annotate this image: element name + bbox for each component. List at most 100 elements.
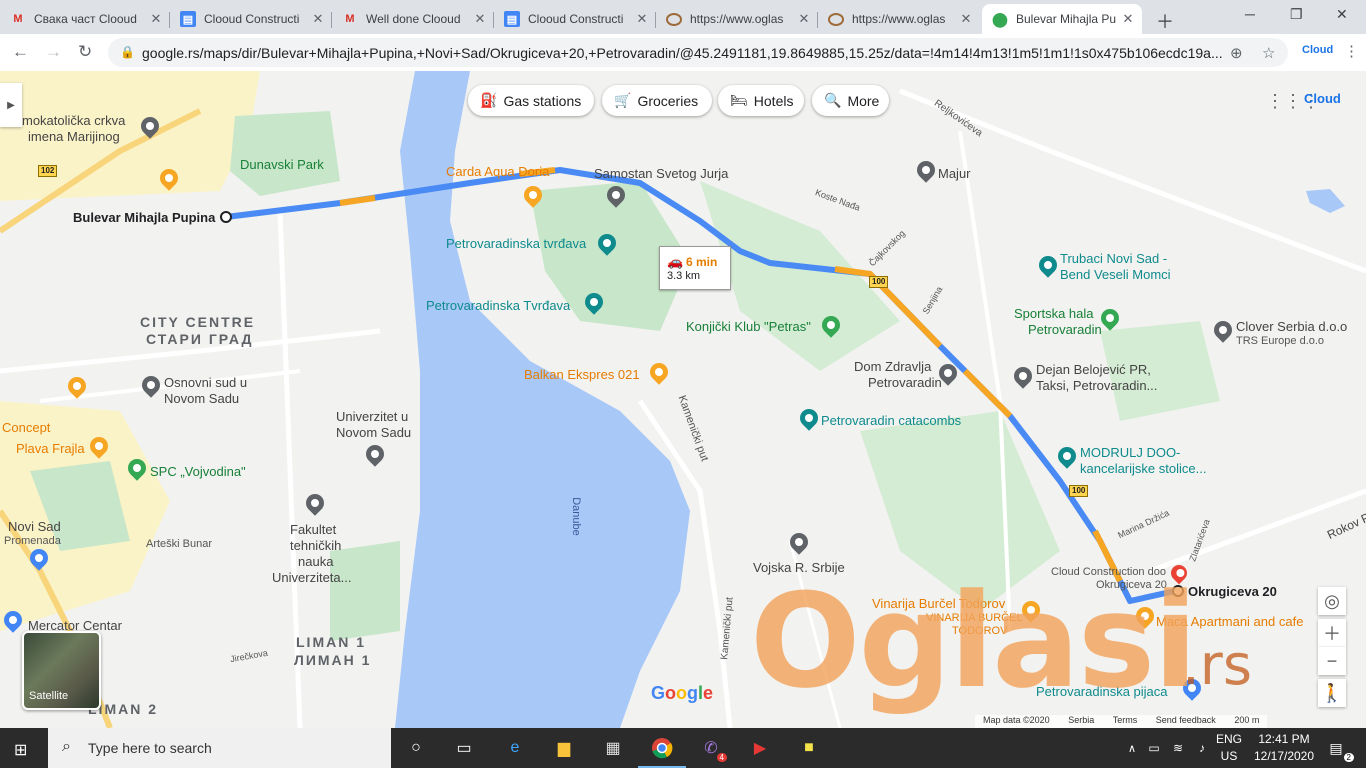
expand-panel-button[interactable]: ▶ [0,83,22,127]
place-label[interactable]: Novom Sadu [164,391,239,406]
system-clock[interactable]: 12:41 PM 12/17/2020 [1252,731,1316,765]
place-label[interactable]: Novom Sadu [336,425,411,440]
place-label[interactable]: Plava Frajla [16,441,85,456]
place-label[interactable]: nauka [298,554,333,569]
menu-icon[interactable]: ⋮ [1344,42,1359,60]
browser-tab-6[interactable]: https://www.oglas ✕ [818,4,980,34]
place-label[interactable]: Petrovaradinska tvrđava [446,236,586,251]
url-text[interactable]: google.rs/maps/dir/Bulevar+Mihajla+Pupin… [142,45,1222,61]
my-location-icon[interactable]: ◎ [1318,587,1346,615]
map-canvas[interactable]: ▶ ⛽ Gas stations 🛒 Groceries 🛏 Hotels 🔍 More… [0,71,1366,728]
place-label[interactable]: Dom Zdravlja [854,359,931,374]
gas-stations-chip[interactable]: ⛽ Gas stations [468,85,594,116]
region-link[interactable]: Serbia [1068,715,1094,725]
pegman-icon[interactable]: 🚶 [1318,679,1346,707]
route-eta-card[interactable]: 🚗 6 min 3.3 km [659,246,731,290]
route-origin-label[interactable]: Bulevar Mihajla Pupina [73,210,215,225]
sticky-notes-icon[interactable]: ■ [797,736,821,760]
chrome-icon[interactable] [638,736,686,768]
place-label[interactable]: Sportska hala [1014,306,1094,321]
minimize-icon[interactable]: ─ [1245,6,1255,22]
cloud-account-icon[interactable]: Cloud [1304,91,1341,106]
place-label[interactable]: Majur [938,166,971,181]
browser-tab-2[interactable]: ▤ Clooud Constructi ✕ [170,4,332,34]
tray-chevron-icon[interactable]: ∧ [1120,736,1144,760]
place-label[interactable]: Petrovaradin catacombs [821,413,961,428]
place-label[interactable]: Bend Veseli Momci [1060,267,1171,282]
close-tab-icon[interactable]: ✕ [796,11,812,27]
close-tab-icon[interactable]: ✕ [634,11,650,27]
browser-tab-4[interactable]: ▤ Clooud Constructi ✕ [494,4,656,34]
forward-icon[interactable]: → [45,42,62,62]
file-explorer-icon[interactable]: ▆ [552,736,576,760]
place-label[interactable]: Dunavski Park [240,157,324,172]
cloud-extension-icon[interactable]: Cloud [1302,44,1333,56]
zoom-out-button[interactable]: − [1318,647,1346,675]
reload-icon[interactable]: ↻ [78,42,92,62]
new-tab-icon[interactable]: ＋ [1156,8,1174,34]
zoom-in-button[interactable]: ＋ [1318,619,1346,647]
place-label[interactable]: Petrovaradin [868,375,942,390]
add-icon[interactable]: ⊕ [1230,44,1243,62]
battery-icon[interactable]: ▭ [1142,736,1166,760]
place-label[interactable]: imena Marijinog [28,129,120,144]
place-label[interactable]: Promenada [4,534,61,549]
place-label[interactable]: Fakultet [290,522,336,537]
place-label[interactable]: mokatolička crkva [22,113,125,128]
volume-icon[interactable]: ♪ [1190,736,1214,760]
route-destination-label[interactable]: Okrugiceva 20 [1188,584,1277,599]
star-icon[interactable]: ☆ [1262,44,1275,62]
browser-tab-7-active[interactable]: ⬤ Bulevar Mihajla Pu ✕ [982,4,1142,34]
place-label[interactable]: Univerzitet u [336,409,408,424]
place-label[interactable]: Petrovaradin [1028,322,1102,337]
place-label[interactable]: MODRULJ DOO- [1080,445,1180,460]
browser-tab-5[interactable]: https://www.oglas ✕ [656,4,818,34]
satellite-layer-toggle[interactable]: Satellite [22,631,101,710]
browser-tab-3[interactable]: M Well done Clooud ✕ [332,4,494,34]
place-label[interactable]: TRS Europe d.o.o [1236,334,1324,349]
place-label[interactable]: Taksi, Petrovaradin... [1036,378,1157,393]
send-feedback-link[interactable]: Send feedback [1156,715,1216,725]
place-label[interactable]: Samostan Svetog Jurja [594,166,728,181]
back-icon[interactable]: ← [12,42,29,62]
place-label[interactable]: Arteški Bunar [146,537,212,552]
notifications-icon[interactable]: ▤ 2 [1324,736,1354,762]
media-player-icon[interactable]: ▶ [748,736,772,760]
place-label[interactable]: Univerziteta... [272,570,351,585]
place-label[interactable]: tehničkih [290,538,341,553]
calculator-icon[interactable]: ▦ [601,736,625,760]
place-label[interactable]: Konjički Klub "Petras" [686,319,811,334]
taskbar-search[interactable]: ⌕ Type here to search [48,728,391,768]
close-tab-icon[interactable]: ✕ [310,11,326,27]
viber-icon[interactable]: ✆ 4 [699,736,727,762]
place-label[interactable]: Petrovaradinska Tvrđava [426,298,570,313]
address-bar[interactable]: 🔒 google.rs/maps/dir/Bulevar+Mihajla+Pup… [108,38,1288,67]
close-window-icon[interactable]: ✕ [1336,6,1348,23]
close-tab-icon[interactable]: ✕ [472,11,488,27]
place-label[interactable]: Carda Aqua Doria [446,164,549,179]
close-tab-icon[interactable]: ✕ [958,11,974,27]
edge-icon[interactable]: e [503,736,527,760]
cortana-icon[interactable]: ○ [404,736,428,760]
close-tab-icon[interactable]: ✕ [148,11,164,27]
place-label[interactable]: Osnovni sud u [164,375,247,390]
place-label[interactable]: kancelarijske stolice... [1080,461,1206,476]
task-view-icon[interactable]: ▭ [452,736,476,760]
place-label[interactable]: Concept [2,420,50,435]
hotels-chip[interactable]: 🛏 Hotels [718,85,804,116]
groceries-chip[interactable]: 🛒 Groceries [602,85,712,116]
wifi-icon[interactable]: ≋ [1166,736,1190,760]
place-label[interactable]: Novi Sad [8,519,61,534]
close-tab-icon[interactable]: ✕ [1120,11,1136,27]
windows-start-icon[interactable]: ⊞ [14,740,27,760]
terms-link[interactable]: Terms [1113,715,1138,725]
more-chip[interactable]: 🔍 More [812,85,889,116]
browser-tab-1[interactable]: M Свака част Clooud ✕ [0,4,170,34]
language-indicator[interactable]: ENG US [1216,731,1242,765]
place-label[interactable]: SPC „Vojvodina" [150,464,246,479]
maximize-icon[interactable]: ❐ [1290,6,1303,23]
place-label[interactable]: Clover Serbia d.o.o [1236,319,1347,334]
place-label[interactable]: Balkan Ekspres 021 [524,367,640,382]
place-label[interactable]: Dejan Belojević PR, [1036,362,1151,377]
place-label[interactable]: Trubaci Novi Sad - [1060,251,1167,266]
